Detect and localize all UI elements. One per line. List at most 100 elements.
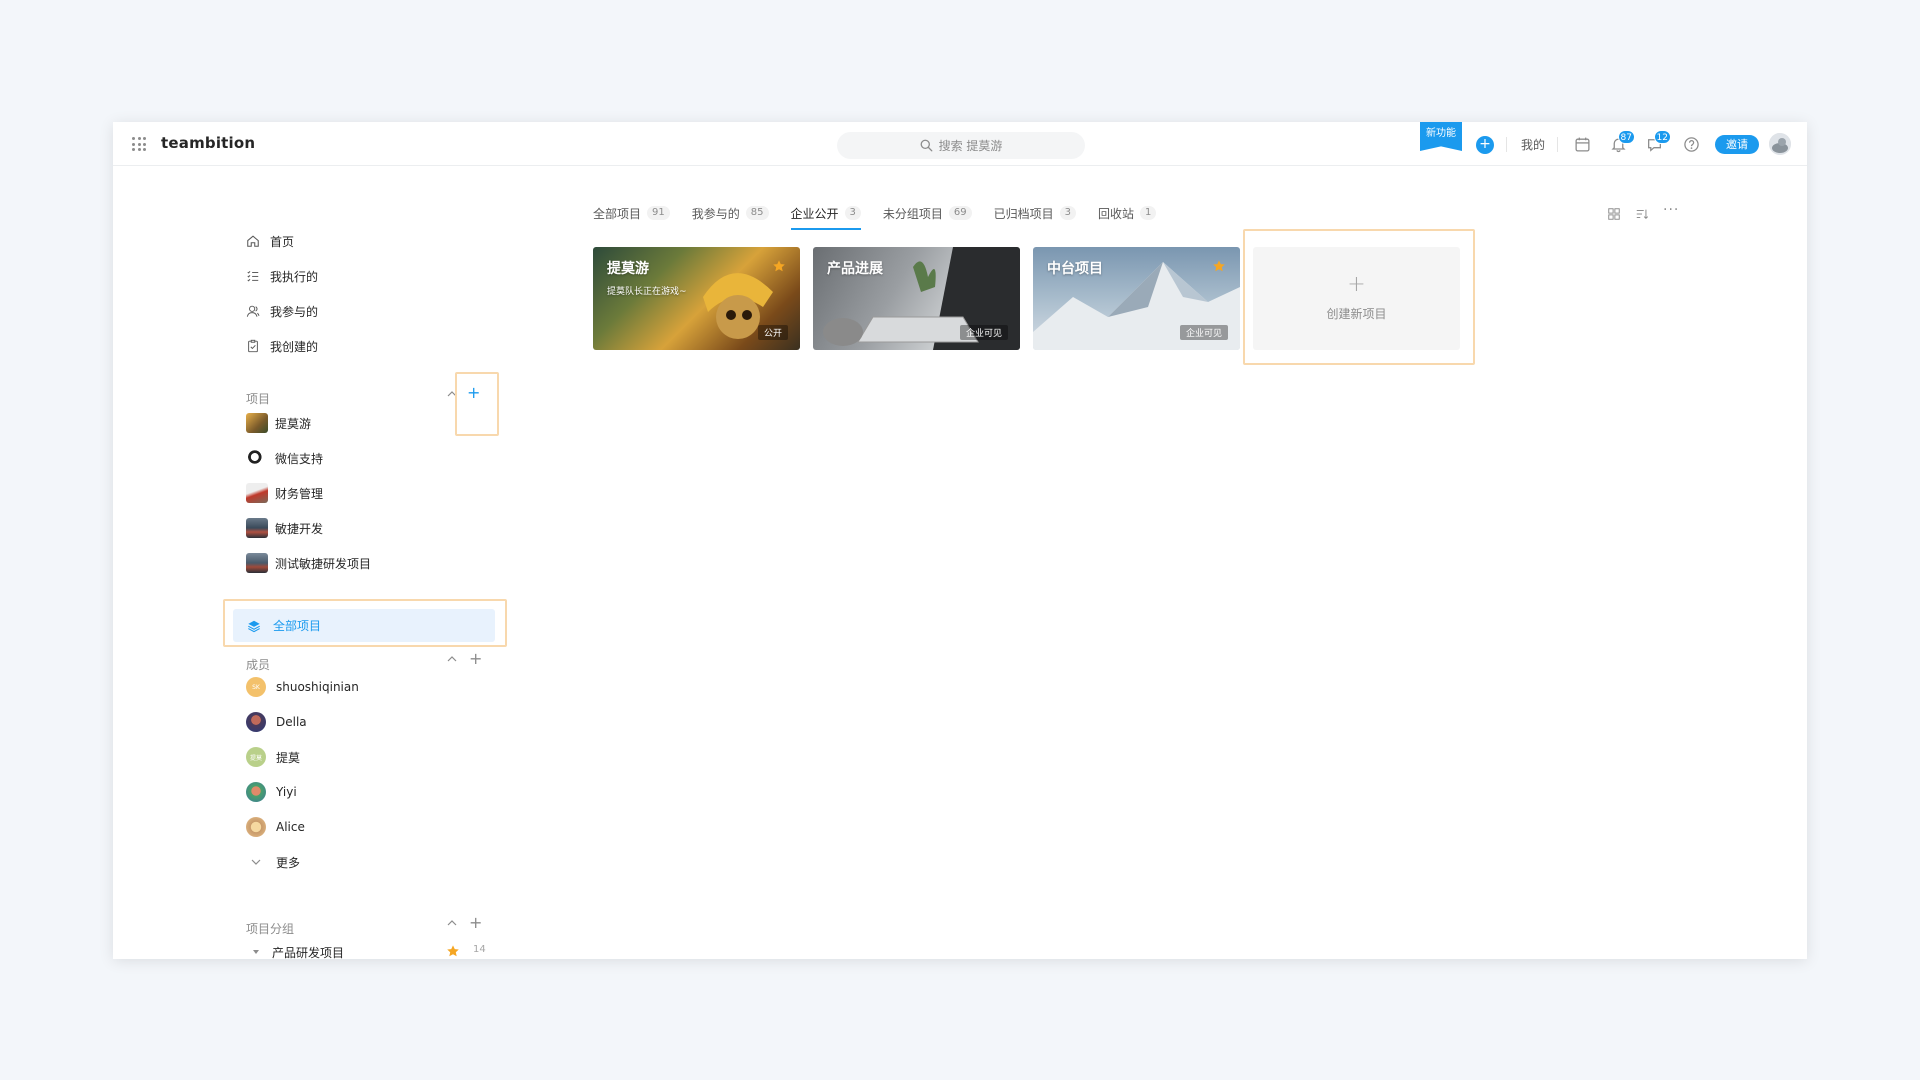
tab-label: 未分组项目 — [882, 206, 943, 221]
sidebar-item-executing[interactable]: 我执行的 — [246, 266, 318, 286]
sidebar-project-item[interactable]: 测试敏捷研发项目 — [246, 552, 371, 574]
mine-link[interactable]: 我的 — [1521, 136, 1545, 153]
project-label: 提莫游 — [275, 416, 312, 431]
add-member-button[interactable]: + — [469, 649, 482, 668]
project-card[interactable]: 提莫游 提莫队长正在游戏~ 公开 — [593, 247, 800, 350]
apps-grid-icon[interactable] — [132, 137, 146, 151]
project-thumbnail — [246, 448, 268, 468]
card-subtitle: 提莫队长正在游戏~ — [607, 287, 687, 297]
user-avatar[interactable] — [1769, 133, 1791, 155]
project-label: 微信支持 — [275, 451, 324, 466]
search-icon — [920, 139, 933, 152]
add-group-button[interactable]: + — [469, 913, 482, 932]
member-item[interactable]: Alice — [246, 816, 305, 838]
sort-icon[interactable] — [1635, 206, 1649, 225]
tab-count: 85 — [745, 206, 769, 220]
sidebar-project-item[interactable]: 财务管理 — [246, 482, 323, 504]
sidebar-item-label: 我创建的 — [270, 339, 319, 354]
topbar-divider — [1506, 137, 1507, 152]
project-thumbnail — [246, 413, 268, 433]
project-thumbnail — [246, 553, 268, 573]
app-window: teambition 搜索 提莫游 新功能 + 我的 87 12 邀请 首页 我… — [113, 122, 1807, 959]
notification-badge: 87 — [1617, 130, 1635, 144]
member-item[interactable]: SK shuoshiqinian — [246, 676, 359, 698]
visibility-badge: 企业可见 — [959, 325, 1008, 340]
more-label: 更多 — [276, 855, 301, 870]
tab-label: 企业公开 — [790, 206, 839, 221]
project-card[interactable]: 产品进展 企业可见 — [813, 247, 1020, 350]
card-title: 产品进展 — [827, 261, 883, 277]
members-section-title: 成员 — [246, 658, 271, 672]
message-badge: 12 — [1653, 130, 1671, 144]
card-title: 中台项目 — [1047, 261, 1103, 277]
tab-enterprise-public[interactable]: 企业公开 3 — [790, 202, 862, 230]
member-item[interactable]: Yiyi — [246, 781, 297, 803]
collapse-groups-icon[interactable] — [446, 917, 458, 933]
group-item[interactable]: 产品研发项目 — [246, 941, 344, 959]
project-tabs: 全部项目 91 我参与的 85 企业公开 3 未分组项目 69 已归档项目 3 回收站 1 — [593, 202, 1178, 230]
task-list-icon — [247, 271, 259, 282]
collapse-members-icon[interactable] — [446, 653, 458, 669]
caret-down-icon — [253, 950, 259, 954]
sidebar-project-item[interactable]: 敏捷开发 — [246, 517, 323, 539]
member-item[interactable]: Della — [246, 711, 307, 733]
sidebar: 首页 我执行的 我参与的 我创建的 项目 + 提莫游 微信支持 财务管理 敏捷开… — [113, 166, 533, 959]
projects-section-title: 项目 — [246, 392, 271, 406]
member-name: Alice — [276, 820, 305, 834]
visibility-badge: 企业可见 — [1179, 325, 1228, 340]
sidebar-project-item[interactable]: 微信支持 — [246, 447, 323, 469]
topbar-divider — [1557, 137, 1558, 152]
search-placeholder: 搜索 提莫游 — [938, 139, 1003, 153]
message-icon[interactable]: 12 — [1646, 130, 1671, 153]
sidebar-project-item[interactable]: 提莫游 — [246, 412, 311, 434]
top-bar: teambition 搜索 提莫游 新功能 + 我的 87 12 邀请 — [113, 122, 1807, 166]
highlight-create-project — [1243, 229, 1475, 365]
invite-button[interactable]: 邀请 — [1715, 135, 1759, 154]
quick-add-button[interactable]: + — [1476, 136, 1494, 154]
sidebar-item-label: 我执行的 — [270, 269, 319, 284]
tab-recycle-bin[interactable]: 回收站 1 — [1098, 202, 1157, 224]
star-icon[interactable] — [772, 259, 786, 273]
calendar-icon[interactable] — [1574, 136, 1591, 153]
notification-bell-icon[interactable]: 87 — [1610, 130, 1635, 153]
sidebar-item-home[interactable]: 首页 — [246, 231, 294, 251]
member-item[interactable]: 提莫 提莫 — [246, 746, 300, 768]
tab-count: 3 — [844, 206, 861, 220]
more-options-icon[interactable]: ··· — [1663, 202, 1679, 218]
tab-archived[interactable]: 已归档项目 3 — [993, 202, 1077, 224]
member-avatar: SK — [246, 677, 266, 697]
star-icon[interactable] — [446, 943, 460, 959]
group-label: 产品研发项目 — [272, 945, 345, 960]
brand-logo[interactable]: teambition — [161, 134, 255, 152]
project-card[interactable]: 中台项目 企业可见 — [1033, 247, 1240, 350]
project-label: 财务管理 — [275, 486, 324, 501]
member-avatar — [246, 712, 266, 732]
member-name: shuoshiqinian — [276, 680, 359, 694]
tab-label: 已归档项目 — [993, 206, 1054, 221]
sidebar-item-participating[interactable]: 我参与的 — [246, 301, 318, 321]
member-avatar — [246, 817, 266, 837]
tab-participating[interactable]: 我参与的 85 — [692, 202, 769, 224]
star-icon[interactable] — [1212, 259, 1226, 273]
tab-label: 全部项目 — [593, 206, 642, 221]
groups-section-title: 项目分组 — [246, 922, 295, 936]
visibility-badge: 公开 — [757, 325, 788, 340]
clipboard-icon — [248, 339, 258, 353]
new-feature-ribbon[interactable]: 新功能 — [1420, 122, 1462, 151]
member-avatar — [246, 782, 266, 802]
member-name: Della — [276, 715, 307, 729]
search-box[interactable]: 搜索 提莫游 — [837, 132, 1085, 159]
tab-ungrouped[interactable]: 未分组项目 69 — [883, 202, 972, 224]
member-avatar: 提莫 — [246, 747, 266, 767]
project-label: 敏捷开发 — [275, 521, 324, 536]
highlight-add-project — [455, 372, 499, 436]
project-thumbnail — [246, 518, 268, 538]
help-icon[interactable] — [1683, 136, 1700, 153]
project-label: 测试敏捷研发项目 — [275, 556, 372, 571]
tab-all-projects[interactable]: 全部项目 91 — [593, 202, 670, 224]
show-more-members[interactable]: 更多 — [246, 851, 300, 873]
tab-count: 91 — [647, 206, 670, 220]
tab-count: 69 — [948, 206, 972, 220]
grid-view-icon[interactable] — [1607, 206, 1621, 225]
sidebar-item-created[interactable]: 我创建的 — [246, 336, 318, 356]
